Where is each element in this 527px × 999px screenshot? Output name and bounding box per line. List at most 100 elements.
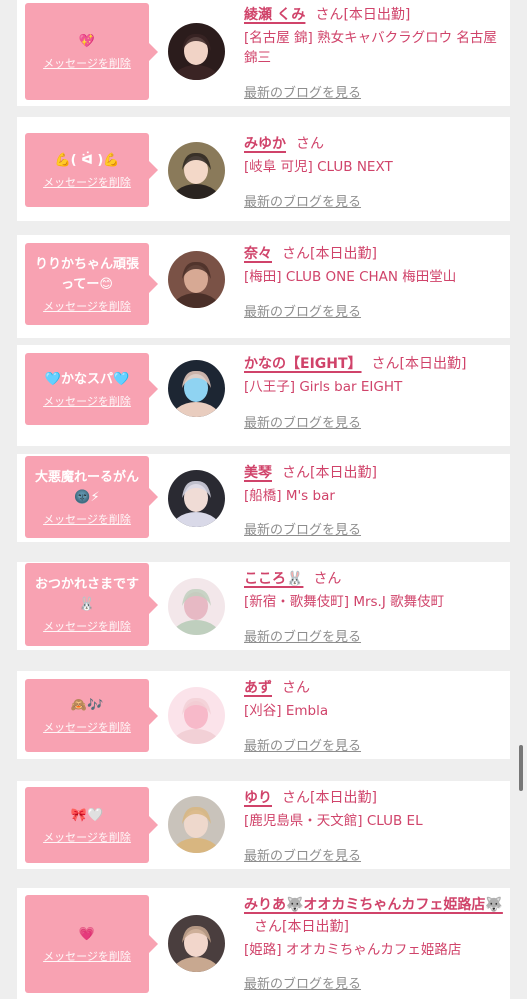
cast-info: こころ🐰 さん [新宿・歌舞伎町] Mrs.J 歌舞伎町 (244, 568, 506, 612)
cast-info: みりあ🐺オオカミちゃんカフェ姫路店🐺 さん[本日出勤] [姫路] オオカミちゃんカフ… (244, 894, 506, 960)
name-row: 綾瀬 くみ さん[本日出勤] (244, 4, 506, 26)
status-badge: [本日出勤] (282, 919, 349, 935)
shop-name: [八王子] Girls bar EIGHT (244, 379, 403, 395)
latest-blog-link[interactable]: 最新のブログを見る (244, 191, 361, 210)
message-bubble: 🩵かなスパ🩵 メッセージを削除 (25, 353, 158, 425)
avatar[interactable] (168, 470, 225, 527)
delete-message-link[interactable]: メッセージを削除 (25, 620, 149, 634)
shop-name: [名古屋 錦] 熟女キャバクラグロウ 名古屋錦三 (244, 30, 497, 66)
message-text: 💖 (78, 34, 96, 49)
avatar[interactable] (168, 251, 225, 308)
message-bubble: りりかちゃん頑張ってー😊 メッセージを削除 (25, 243, 158, 325)
message-text: 🎀🤍 (70, 807, 104, 823)
message-card: 💪( ᐛ )💪 メッセージを削除 みゆか さん [岐阜 可児] CLUB NEXT 最新の… (17, 117, 510, 221)
message-bubble: 💖 メッセージを削除 (25, 3, 158, 100)
cast-name-link[interactable]: かなの【EIGHT】 (244, 356, 362, 372)
delete-message-link[interactable]: メッセージを削除 (25, 950, 149, 964)
message-bubble: 🙈🎶 メッセージを削除 (25, 679, 158, 752)
avatar[interactable] (168, 796, 225, 853)
latest-blog-link[interactable]: 最新のブログを見る (244, 626, 361, 645)
message-text: 🩵かなスパ🩵 (44, 371, 130, 387)
honorific: さん (315, 7, 344, 23)
message-bubble: 🎀🤍 メッセージを削除 (25, 787, 158, 863)
message-bubble: 💪( ᐛ )💪 メッセージを削除 (25, 133, 158, 207)
honorific: さん (371, 356, 400, 372)
latest-blog-link[interactable]: 最新のブログを見る (244, 519, 361, 538)
delete-message-link[interactable]: メッセージを削除 (25, 300, 149, 314)
delete-message-link[interactable]: メッセージを削除 (25, 721, 149, 735)
name-row: ゆり さん[本日出勤] (244, 787, 506, 809)
cast-name-link[interactable]: みりあ🐺オオカミちゃんカフェ姫路店🐺 (244, 897, 503, 913)
message-bubble: 大悪魔れーるがん🌚⚡ メッセージを削除 (25, 456, 158, 538)
message-text: りりかちゃん頑張ってー😊 (34, 256, 139, 292)
name-row: みゆか さん (244, 133, 506, 155)
cast-info: 綾瀬 くみ さん[本日出勤] [名古屋 錦] 熟女キャバクラグロウ 名古屋錦三 (244, 4, 506, 68)
cast-info: 奈々 さん[本日出勤] [梅田] CLUB ONE CHAN 梅田堂山 (244, 243, 506, 287)
shop-name: [新宿・歌舞伎町] Mrs.J 歌舞伎町 (244, 594, 445, 610)
cast-name-link[interactable]: 美琴 (244, 465, 272, 481)
cast-name-link[interactable]: みゆか (244, 136, 286, 152)
avatar[interactable] (168, 578, 225, 635)
name-row: あず さん (244, 677, 506, 699)
name-row: こころ🐰 さん (244, 568, 506, 590)
status-badge: [本日出勤] (310, 246, 377, 262)
delete-message-link[interactable]: メッセージを削除 (25, 831, 149, 845)
latest-blog-link[interactable]: 最新のブログを見る (244, 973, 361, 992)
cast-name-link[interactable]: あず (244, 680, 272, 696)
cast-info: みゆか さん [岐阜 可児] CLUB NEXT (244, 133, 506, 177)
scrollbar[interactable] (519, 745, 523, 791)
delete-message-link[interactable]: メッセージを削除 (25, 176, 149, 190)
honorific: さん (282, 465, 310, 481)
message-text: 🙈🎶 (70, 698, 104, 713)
latest-blog-link[interactable]: 最新のブログを見る (244, 412, 361, 431)
message-text: 💗 (78, 926, 96, 942)
avatar[interactable] (168, 142, 225, 199)
honorific: さん (282, 246, 310, 262)
latest-blog-link[interactable]: 最新のブログを見る (244, 845, 361, 864)
name-row: 奈々 さん[本日出勤] (244, 243, 506, 265)
avatar[interactable] (168, 687, 225, 744)
honorific: さん (254, 919, 282, 935)
cast-info: あず さん [刈谷] Embla (244, 677, 506, 721)
message-text: おつかれさまです🐰 (34, 577, 139, 612)
cast-name-link[interactable]: 綾瀬 くみ (244, 7, 305, 23)
cast-name-link[interactable]: ゆり (244, 790, 272, 806)
name-row: 美琴 さん[本日出勤] (244, 462, 506, 484)
latest-blog-link[interactable]: 最新のブログを見る (244, 735, 361, 754)
avatar[interactable] (168, 360, 225, 417)
shop-name: [岐阜 可児] CLUB NEXT (244, 159, 393, 175)
status-badge: [本日出勤] (343, 7, 411, 23)
message-bubble: 💗 メッセージを削除 (25, 895, 158, 993)
delete-message-link[interactable]: メッセージを削除 (25, 513, 149, 527)
avatar[interactable] (168, 23, 225, 80)
delete-message-link[interactable]: メッセージを削除 (25, 395, 149, 409)
honorific: さん (296, 136, 324, 152)
message-card: 💗 メッセージを削除 みりあ🐺オオカミちゃんカフェ姫路店🐺 さん[本日出勤] [姫路] … (17, 888, 510, 999)
delete-message-link[interactable]: メッセージを削除 (25, 57, 149, 71)
cast-info: ゆり さん[本日出勤] [鹿児島県・天文館] CLUB EL (244, 787, 506, 831)
message-text: 💪( ᐛ )💪 (54, 152, 120, 168)
shop-name: [船橋] M's bar (244, 488, 335, 504)
status-badge: [本日出勤] (399, 356, 467, 372)
message-card: おつかれさまです🐰 メッセージを削除 こころ🐰 さん [新宿・歌舞伎町] Mrs.J 歌… (17, 562, 510, 650)
name-row: かなの【EIGHT】 さん[本日出勤] (244, 353, 506, 375)
avatar[interactable] (168, 915, 225, 972)
cast-name-link[interactable]: 奈々 (244, 246, 272, 262)
cast-name-link[interactable]: こころ🐰 (244, 571, 303, 587)
honorific: さん (313, 571, 342, 587)
latest-blog-link[interactable]: 最新のブログを見る (244, 301, 361, 320)
message-card: 🩵かなスパ🩵 メッセージを削除 かなの【EIGHT】 さん[本日出勤] [八王子] Gi… (17, 345, 510, 446)
latest-blog-link[interactable]: 最新のブログを見る (244, 82, 361, 101)
cast-info: 美琴 さん[本日出勤] [船橋] M's bar (244, 462, 506, 506)
message-card: りりかちゃん頑張ってー😊 メッセージを削除 奈々 さん[本日出勤] [梅田] CLUB … (17, 235, 510, 338)
message-card: 🎀🤍 メッセージを削除 ゆり さん[本日出勤] [鹿児島県・天文館] CLUB EL 最新… (17, 781, 510, 869)
honorific: さん (282, 790, 310, 806)
cast-info: かなの【EIGHT】 さん[本日出勤] [八王子] Girls bar EIGHT (244, 353, 506, 397)
shop-name: [姫路] オオカミちゃんカフェ姫路店 (244, 942, 462, 958)
message-bubble: おつかれさまです🐰 メッセージを削除 (25, 563, 158, 646)
shop-name: [梅田] CLUB ONE CHAN 梅田堂山 (244, 269, 457, 285)
honorific: さん (282, 680, 310, 696)
status-badge: [本日出勤] (310, 790, 377, 806)
message-card: 大悪魔れーるがん🌚⚡ メッセージを削除 美琴 さん[本日出勤] [船橋] M's bar… (17, 454, 510, 542)
message-text: 大悪魔れーるがん🌚⚡ (34, 469, 139, 505)
